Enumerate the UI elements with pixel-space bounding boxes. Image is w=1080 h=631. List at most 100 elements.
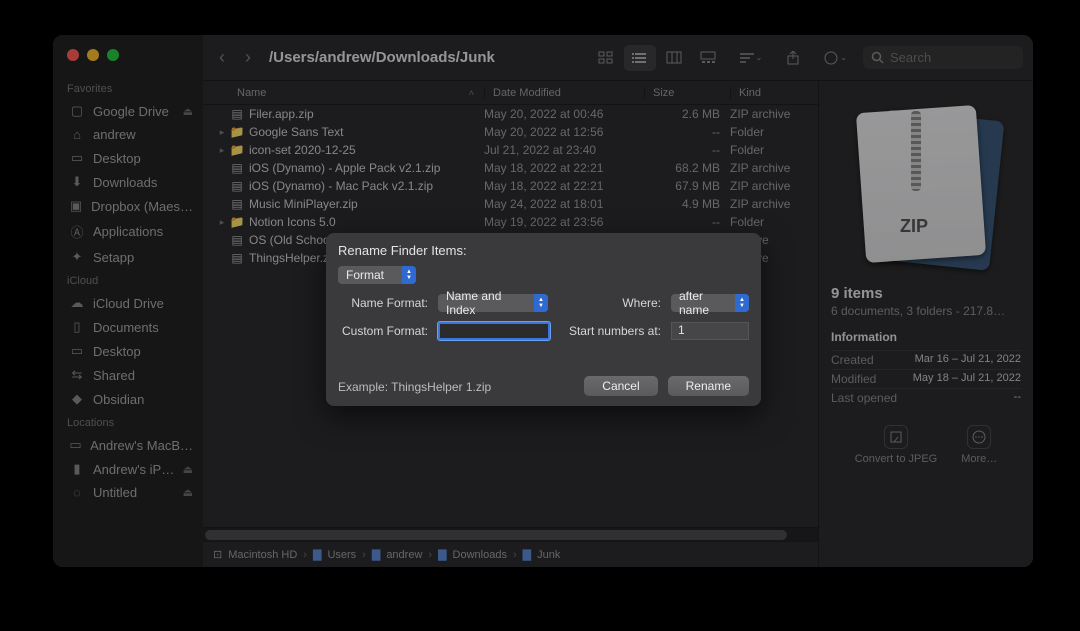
sidebar-item[interactable]: ▣Dropbox (Maes… <box>53 194 203 218</box>
sidebar-item[interactable]: ☁iCloud Drive <box>53 291 203 315</box>
select-arrows-icon: ▲▼ <box>534 294 548 312</box>
list-view-button[interactable] <box>624 45 656 71</box>
more-actions[interactable]: More… <box>961 425 997 465</box>
sidebar-item-label: Google Drive <box>93 104 169 119</box>
file-date: May 24, 2022 at 18:01 <box>484 197 644 211</box>
path-segment[interactable]: Users <box>327 549 356 561</box>
convert-to-jpeg-action[interactable]: Convert to JPEG <box>855 425 938 465</box>
file-name: Filer.app.zip <box>245 107 484 121</box>
view-switcher <box>590 45 724 71</box>
search-input[interactable] <box>890 50 1033 65</box>
back-button[interactable]: ‹ <box>213 47 231 68</box>
column-size[interactable]: Size <box>644 87 730 99</box>
table-row[interactable]: ▸📁Notion Icons 5.0May 19, 2022 at 23:56-… <box>203 213 818 231</box>
folder-icon: ▢ <box>69 103 85 119</box>
scrollbar-thumb[interactable] <box>205 530 787 540</box>
file-name: icon-set 2020-12-25 <box>245 143 484 157</box>
column-name[interactable]: Name˄ <box>231 87 484 99</box>
sidebar-item[interactable]: ▮Andrew's iP…⏏ <box>53 457 203 481</box>
fullscreen-window-button[interactable] <box>107 49 119 61</box>
sidebar-item-label: Documents <box>93 320 159 335</box>
disclosure-triangle-icon[interactable]: ▸ <box>215 127 229 138</box>
sidebar-item-label: Applications <box>93 224 163 239</box>
name-format-select[interactable]: Name and Index ▲▼ <box>438 294 548 312</box>
table-row[interactable]: ▤Filer.app.zipMay 20, 2022 at 00:462.6 M… <box>203 105 818 123</box>
file-kind: ZIP archive <box>730 179 818 193</box>
rename-mode-select[interactable]: Format ▲▼ <box>338 266 416 284</box>
icon-view-button[interactable] <box>590 45 622 71</box>
sidebar-item[interactable]: ⇆Shared <box>53 363 203 387</box>
preview-lastopened-row: Last opened-- <box>831 388 1021 407</box>
phone-icon: ▮ <box>69 461 85 477</box>
table-row[interactable]: ▸📁Google Sans TextMay 20, 2022 at 12:56-… <box>203 123 818 141</box>
start-numbers-label: Start numbers at: <box>569 324 661 338</box>
start-numbers-input[interactable]: 1 <box>671 322 749 340</box>
table-row[interactable]: ▤iOS (Dynamo) - Mac Pack v2.1.zipMay 18,… <box>203 177 818 195</box>
disclosure-triangle-icon[interactable]: ▸ <box>215 145 229 156</box>
file-date: May 18, 2022 at 22:21 <box>484 161 644 175</box>
table-row[interactable]: ▸📁icon-set 2020-12-25Jul 21, 2022 at 23:… <box>203 141 818 159</box>
sidebar-item[interactable]: ✦Setapp <box>53 245 203 269</box>
minimize-window-button[interactable] <box>87 49 99 61</box>
sidebar-item-label: Downloads <box>93 175 157 190</box>
column-view-button[interactable] <box>658 45 690 71</box>
sidebar-item[interactable]: ▭Desktop <box>53 339 203 363</box>
preview-pane: ZIP 9 items 6 documents, 3 folders - 217… <box>818 81 1033 567</box>
custom-format-input[interactable] <box>438 322 550 340</box>
sidebar-item[interactable]: ▭Andrew's MacB… <box>53 433 203 457</box>
where-select[interactable]: after name ▲▼ <box>671 294 749 312</box>
file-kind: Folder <box>730 215 818 229</box>
sidebar-item[interactable]: ◆ Obsidian <box>53 387 203 411</box>
search-field[interactable] <box>863 46 1023 69</box>
sidebar-item[interactable]: ◌Untitled⏏ <box>53 481 203 504</box>
file-name: Notion Icons 5.0 <box>245 215 484 229</box>
file-size: -- <box>644 125 730 139</box>
path-segment[interactable]: Junk <box>537 549 560 561</box>
table-row[interactable]: ▤Music MiniPlayer.zipMay 24, 2022 at 18:… <box>203 195 818 213</box>
eject-icon[interactable]: ⏏ <box>183 486 193 499</box>
disclosure-triangle-icon[interactable]: ▸ <box>215 217 229 228</box>
obsidian-icon: ◆ <box>69 391 85 407</box>
sidebar-item[interactable]: ⒶApplications <box>53 218 203 245</box>
sidebar-item[interactable]: ▭Desktop <box>53 146 203 170</box>
sidebar-item[interactable]: ⬇Downloads <box>53 170 203 194</box>
column-kind[interactable]: Kind <box>730 87 818 99</box>
sidebar-item[interactable]: ⌂andrew <box>53 123 203 146</box>
where-label: Where: <box>622 296 661 310</box>
rename-button[interactable]: Rename <box>668 376 749 396</box>
sidebar-item[interactable]: ▯ Documents <box>53 315 203 339</box>
eject-icon[interactable]: ⏏ <box>183 463 193 476</box>
sidebar-item-label: Obsidian <box>93 392 144 407</box>
setapp-icon: ✦ <box>69 249 85 265</box>
sidebar-item-label: Untitled <box>93 485 137 500</box>
horizontal-scrollbar[interactable] <box>203 527 818 541</box>
path-segment[interactable]: Downloads <box>453 549 507 561</box>
table-row[interactable]: ▤iOS (Dynamo) - Apple Pack v2.1.zipMay 1… <box>203 159 818 177</box>
more-icon <box>967 425 991 449</box>
path-segment[interactable]: Macintosh HD <box>228 549 297 561</box>
folder-icon: ▇ <box>372 548 380 561</box>
folder-icon: ▇ <box>523 548 531 561</box>
tags-button[interactable]: ⌄ <box>816 45 855 71</box>
gallery-view-button[interactable] <box>692 45 724 71</box>
doc-icon: ▯ <box>69 319 85 335</box>
close-window-button[interactable] <box>67 49 79 61</box>
path-bar[interactable]: ⊡Macintosh HD›▇Users›▇andrew›▇Downloads›… <box>203 541 818 567</box>
eject-icon[interactable]: ⏏ <box>183 105 193 118</box>
cancel-button[interactable]: Cancel <box>584 376 657 396</box>
column-date-modified[interactable]: Date Modified <box>484 87 644 99</box>
sidebar-item-label: Andrew's MacB… <box>90 438 193 453</box>
path-segment[interactable]: andrew <box>386 549 422 561</box>
sidebar-item[interactable]: ▢ Google Drive ⏏ <box>53 99 203 123</box>
sidebar-item-label: andrew <box>93 127 136 142</box>
file-date: May 18, 2022 at 22:21 <box>484 179 644 193</box>
share-button[interactable] <box>778 45 808 71</box>
forward-button[interactable]: › <box>239 47 257 68</box>
sidebar-item-label: Desktop <box>93 344 141 359</box>
group-by-button[interactable]: ⌄ <box>732 45 771 71</box>
file-size: 67.9 MB <box>644 179 730 193</box>
preview-info-header: Information <box>831 330 1021 344</box>
preview-created-row: CreatedMar 16 – Jul 21, 2022 <box>831 350 1021 369</box>
name-format-label: Name Format: <box>338 296 428 310</box>
toolbar: ‹ › /Users/andrew/Downloads/Junk ⌄ ⌄ <box>203 35 1033 81</box>
